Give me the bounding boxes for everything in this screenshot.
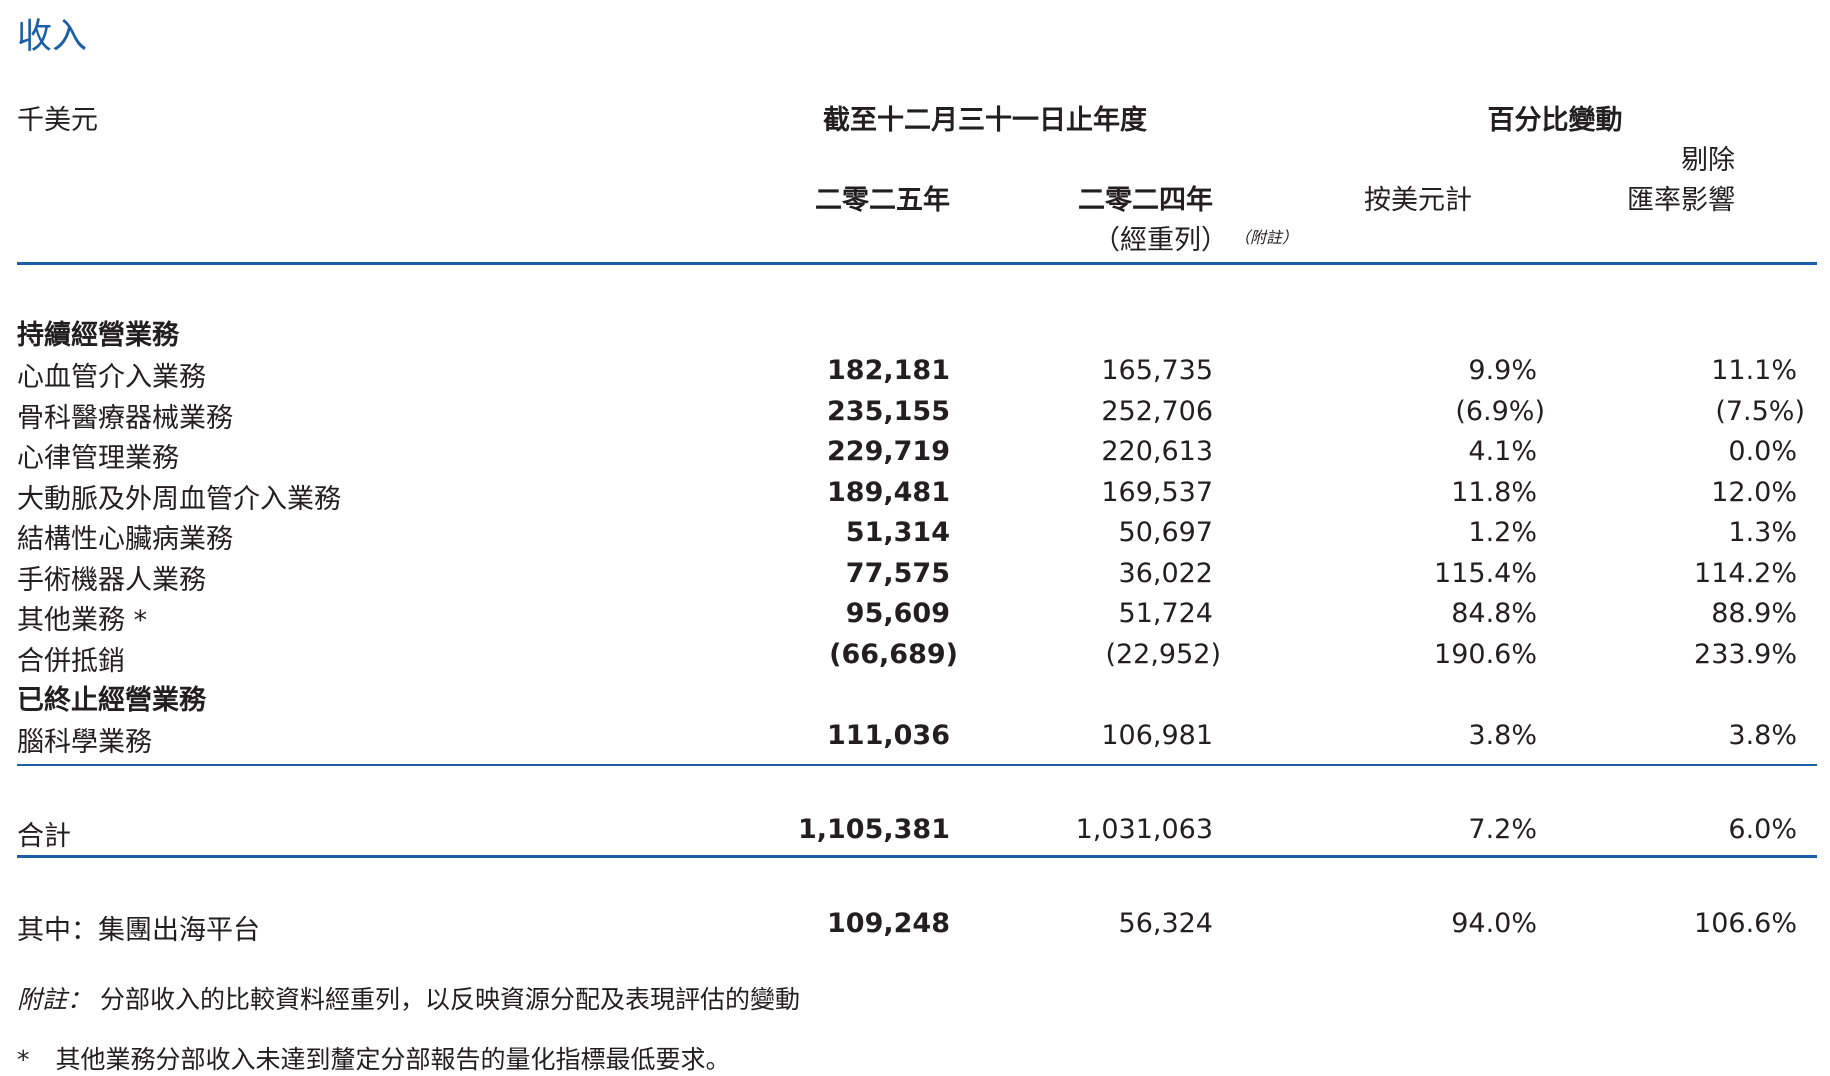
- value-2024: 165,735: [1101, 355, 1213, 386]
- table-row: 大動脈及外周血管介入業務 189,481 169,537 11.8% 12.0%: [0, 477, 1830, 517]
- of-which-2024: 56,324: [1118, 908, 1213, 939]
- row-label: 結構性心臟病業務: [17, 524, 233, 555]
- value-2025: 189,481: [827, 476, 950, 508]
- table-row-discontinued: 腦科學業務 111,036 106,981 3.8% 3.8%: [0, 720, 1830, 760]
- pct-usd: 9.9%: [1468, 355, 1537, 386]
- table-row: 結構性心臟病業務 51,314 50,697 1.2% 1.3%: [0, 517, 1830, 557]
- pct-ex-fx: 88.9%: [1711, 598, 1797, 629]
- table-row-total: 合計 1,105,381 1,031,063 7.2% 6.0%: [0, 814, 1830, 854]
- header-pct-change: 百分比變動: [1487, 105, 1623, 136]
- pct-ex-fx: 114.2%: [1694, 557, 1797, 589]
- total-label: 合計: [17, 821, 71, 852]
- footnote-restated: 附註： 分部收入的比較資料經重列，以反映資源分配及表現評估的變動: [17, 980, 800, 1016]
- value-2025: (66,689): [829, 638, 958, 670]
- row-label: 大動脈及外周血管介入業務: [17, 483, 341, 515]
- footnote-other: * 其他業務分部收入未達到釐定分部報告的量化指標最低要求。: [17, 1040, 730, 1076]
- value-2024: 252,706: [1101, 395, 1213, 427]
- header-year-2024: 二零二四年: [1078, 185, 1213, 216]
- table-row: 合併抵銷 (66,689) (22,952) 190.6% 233.9%: [0, 639, 1830, 679]
- table-row: 心血管介入業務 182,181 165,735 9.9% 11.1%: [0, 355, 1830, 395]
- row-label: 其他業務 *: [17, 605, 148, 636]
- header-ex-fx-line1: 剔除: [1681, 145, 1735, 176]
- row-label: 心血管介入業務: [17, 362, 206, 393]
- pct-usd: 190.6%: [1434, 638, 1537, 670]
- value-2024: (22,952): [1105, 638, 1221, 670]
- value-2024: 106,981: [1101, 720, 1213, 751]
- value-2025: 182,181: [827, 355, 950, 386]
- value-2024: 50,697: [1118, 517, 1213, 548]
- header-year-2024-note: （附註）: [1234, 228, 1299, 247]
- section-continuing: 持續經營業務: [17, 320, 179, 351]
- total-rule: [17, 855, 1817, 858]
- header-usd-basis: 按美元計: [1364, 185, 1472, 216]
- table-row: 心律管理業務 229,719 220,613 4.1% 0.0%: [0, 436, 1830, 476]
- pct-usd: (6.9%): [1455, 395, 1545, 427]
- footnote-star-text: 其他業務分部收入未達到釐定分部報告的量化指標最低要求。: [55, 1045, 731, 1074]
- row-label: 手術機器人業務: [17, 564, 206, 596]
- total-2025: 1,105,381: [797, 814, 950, 845]
- pct-ex-fx: 0.0%: [1728, 436, 1797, 467]
- value-2025: 95,609: [845, 598, 950, 629]
- value-2024: 220,613: [1101, 436, 1213, 467]
- unit-label: 千美元: [17, 105, 98, 136]
- header-ex-fx-line2: 匯率影響: [1627, 185, 1735, 216]
- pct-ex-fx: (7.5%): [1715, 395, 1805, 427]
- pct-ex-fx: 11.1%: [1711, 355, 1797, 386]
- footnote-star: *: [17, 1045, 30, 1074]
- table-row: 骨科醫療器械業務 235,155 252,706 (6.9%) (7.5%): [0, 396, 1830, 436]
- pct-usd: 1.2%: [1468, 517, 1537, 548]
- page-title: 收入: [17, 17, 88, 57]
- header-year-2024-restated: （經重列）: [1093, 225, 1228, 256]
- value-2025: 77,575: [845, 557, 950, 589]
- total-pct-usd: 7.2%: [1468, 814, 1537, 845]
- value-2024: 36,022: [1118, 557, 1213, 589]
- value-2025: 229,719: [827, 436, 950, 467]
- value-2024: 169,537: [1101, 476, 1213, 508]
- value-2025: 111,036: [827, 720, 950, 751]
- row-label: 骨科醫療器械業務: [17, 402, 233, 434]
- footnote-label: 附註：: [17, 985, 93, 1014]
- value-2024: 51,724: [1118, 598, 1213, 629]
- total-2024: 1,031,063: [1075, 814, 1213, 845]
- row-label: 合併抵銷: [17, 645, 125, 677]
- pct-ex-fx: 12.0%: [1711, 476, 1797, 508]
- pct-usd: 4.1%: [1468, 436, 1537, 467]
- pct-ex-fx: 1.3%: [1728, 517, 1797, 548]
- of-which-pct-usd: 94.0%: [1451, 908, 1537, 939]
- value-2025: 235,155: [827, 395, 950, 427]
- of-which-label: 其中：集團出海平台: [17, 915, 260, 946]
- header-rule: [17, 262, 1817, 265]
- header-year-2025: 二零二五年: [815, 185, 950, 216]
- pct-usd: 11.8%: [1451, 476, 1537, 508]
- total-pct-ex-fx: 6.0%: [1728, 814, 1797, 845]
- section-discontinued: 已終止經營業務: [17, 685, 206, 716]
- of-which-pct-ex-fx: 106.6%: [1694, 908, 1797, 939]
- pct-usd: 115.4%: [1434, 557, 1537, 589]
- value-2025: 51,314: [845, 517, 950, 548]
- subtotal-rule: [17, 764, 1817, 766]
- footnote-text: 分部收入的比較資料經重列，以反映資源分配及表現評估的變動: [99, 985, 800, 1014]
- row-label: 腦科學業務: [17, 727, 152, 758]
- of-which-2025: 109,248: [827, 908, 950, 939]
- table-row: 手術機器人業務 77,575 36,022 115.4% 114.2%: [0, 558, 1830, 598]
- pct-ex-fx: 3.8%: [1728, 720, 1797, 751]
- pct-usd: 3.8%: [1468, 720, 1537, 751]
- row-label: 心律管理業務: [17, 443, 179, 474]
- pct-ex-fx: 233.9%: [1694, 638, 1797, 670]
- pct-usd: 84.8%: [1451, 598, 1537, 629]
- header-period: 截至十二月三十一日止年度: [823, 105, 1147, 136]
- table-row-of-which: 其中：集團出海平台 109,248 56,324 94.0% 106.6%: [0, 908, 1830, 948]
- table-row: 其他業務 * 95,609 51,724 84.8% 88.9%: [0, 598, 1830, 638]
